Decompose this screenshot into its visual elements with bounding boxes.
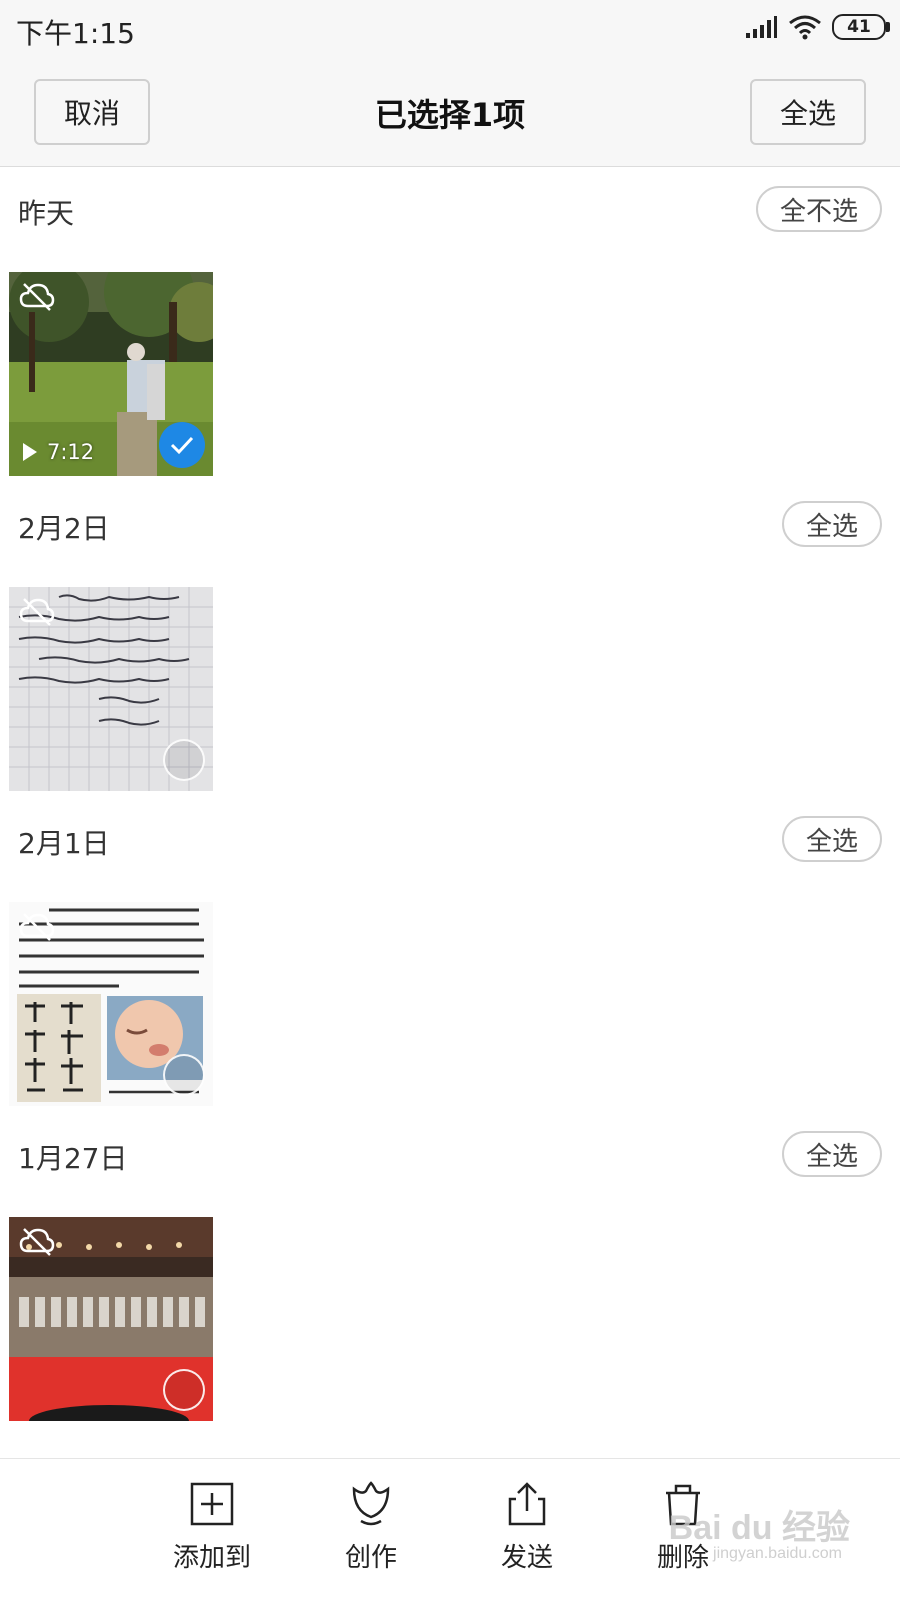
- video-duration: 7:12: [21, 440, 94, 464]
- selection-toolbar: 取消 已选择1项 全选: [0, 62, 900, 167]
- baidu-watermark-logo: Bai du 经验: [668, 1509, 850, 1547]
- send-label: 发送: [500, 1543, 553, 1573]
- select-circle[interactable]: [163, 1054, 205, 1096]
- battery-level: 41: [847, 17, 871, 37]
- share-icon: [508, 1482, 546, 1526]
- signal-icon: [746, 16, 777, 38]
- section-select-all-button[interactable]: 全选: [781, 816, 882, 862]
- status-bar: 下午1:15 41: [0, 0, 900, 62]
- send-button[interactable]: 发送: [467, 1481, 587, 1574]
- cloud-off-icon: [19, 1228, 55, 1256]
- selected-check-icon[interactable]: [159, 422, 205, 468]
- section-select-all-button[interactable]: 全选: [781, 501, 882, 547]
- section-select-all-button[interactable]: 全选: [781, 1131, 882, 1177]
- section-header: 2月1日 全选: [0, 796, 900, 886]
- tulip-create-icon: [352, 1481, 390, 1526]
- duration-text: 7:12: [47, 440, 95, 464]
- add-to-button[interactable]: 添加到: [152, 1481, 272, 1574]
- wifi-icon: [789, 15, 821, 40]
- section-date: 1月27日: [18, 1142, 128, 1175]
- date-section: 昨天 全不选 7:12: [0, 166, 900, 476]
- photo-thumbnail[interactable]: [9, 587, 213, 791]
- video-thumbnail[interactable]: 7:12: [9, 272, 213, 476]
- section-header: 昨天 全不选: [0, 166, 900, 256]
- section-header: 1月27日 全选: [0, 1111, 900, 1201]
- section-header: 2月2日 全选: [0, 481, 900, 571]
- add-to-album-icon: [190, 1482, 234, 1526]
- play-icon: [23, 443, 37, 461]
- date-section: 2月2日 全选: [0, 481, 900, 791]
- cloud-off-icon: [19, 598, 55, 626]
- battery-icon: 41: [832, 14, 890, 40]
- status-time: 下午1:15: [16, 17, 135, 50]
- create-button[interactable]: 创作: [311, 1481, 431, 1574]
- select-circle[interactable]: [163, 1369, 205, 1411]
- status-icons: 41: [744, 14, 890, 40]
- baidu-watermark-url: jingyan.baidu.com: [713, 1545, 842, 1562]
- cloud-off-icon: [19, 283, 55, 311]
- create-label: 创作: [344, 1543, 397, 1573]
- cloud-off-icon: [19, 913, 55, 941]
- select-all-button[interactable]: 全选: [750, 79, 866, 145]
- select-circle[interactable]: [163, 739, 205, 781]
- section-date: 2月2日: [18, 512, 110, 545]
- section-deselect-all-button[interactable]: 全不选: [755, 186, 882, 232]
- photo-thumbnail[interactable]: [9, 1217, 213, 1421]
- photo-thumbnail[interactable]: [9, 902, 213, 1106]
- add-to-label: 添加到: [172, 1543, 251, 1573]
- section-date: 昨天: [18, 197, 75, 230]
- section-date: 2月1日: [18, 827, 110, 860]
- date-section: 2月1日 全选: [0, 796, 900, 1106]
- date-section: 1月27日 全选: [0, 1111, 900, 1421]
